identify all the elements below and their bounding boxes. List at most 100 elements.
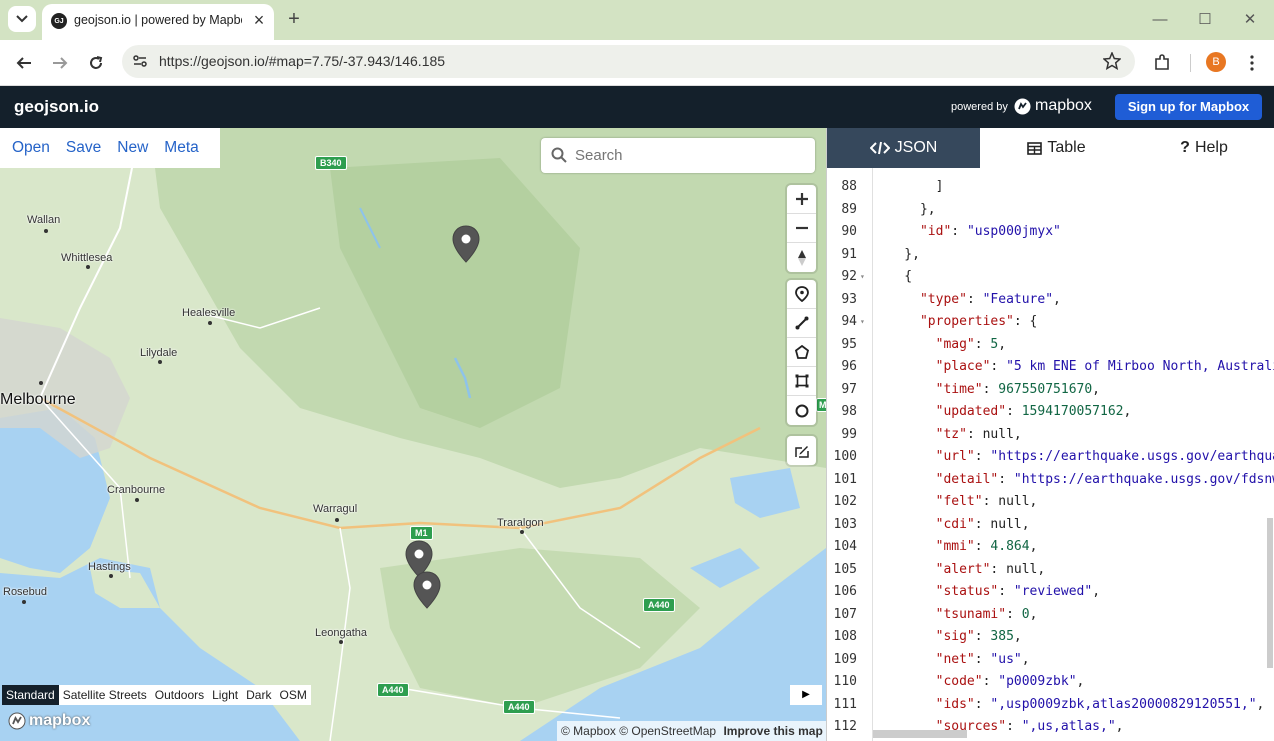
- fold-toggle-icon[interactable]: ▾: [857, 266, 873, 289]
- code-line[interactable]: 101 "detail": "https://earthquake.usgs.g…: [827, 469, 1274, 492]
- compass-button[interactable]: [787, 243, 816, 272]
- fold-toggle-icon: [857, 694, 873, 717]
- mapbox-brand[interactable]: mapbox: [1014, 97, 1092, 115]
- signup-button[interactable]: Sign up for Mapbox: [1115, 94, 1262, 120]
- code-line[interactable]: 99 "tz": null,: [827, 424, 1274, 447]
- attribution-text[interactable]: © Mapbox © OpenStreetMap: [561, 724, 716, 738]
- style-satellite-streets[interactable]: Satellite Streets: [59, 685, 151, 705]
- code-line[interactable]: 98 "updated": 1594170057162,: [827, 401, 1274, 424]
- code-text: "mmi": 4.864,: [935, 539, 1038, 554]
- draw-rectangle-button[interactable]: [787, 367, 816, 396]
- code-text: ]: [873, 179, 944, 194]
- code-line[interactable]: 89 },: [827, 199, 1274, 222]
- menu-open[interactable]: Open: [12, 139, 50, 157]
- compass-icon: [797, 249, 806, 266]
- code-line[interactable]: 92 ▾ {: [827, 266, 1274, 289]
- code-text: {: [873, 269, 913, 284]
- code-line[interactable]: 110 "code": "p0009zbk",: [827, 671, 1274, 694]
- collapse-panel-button[interactable]: ▶: [790, 685, 822, 705]
- profile-avatar[interactable]: B: [1206, 52, 1226, 72]
- line-number: 95: [841, 336, 857, 352]
- code-line[interactable]: 94 ▾ "properties": {: [827, 311, 1274, 334]
- code-line[interactable]: 93 "type": "Feature",: [827, 289, 1274, 312]
- mapbox-logo-icon: [1014, 98, 1031, 114]
- horizontal-scrollbar[interactable]: [873, 730, 967, 738]
- menu-meta[interactable]: Meta: [164, 139, 198, 157]
- tab-json[interactable]: JSON: [827, 128, 980, 168]
- code-line[interactable]: 108 "sig": 385,: [827, 626, 1274, 649]
- search-input[interactable]: [575, 138, 805, 173]
- reload-icon[interactable]: [85, 52, 107, 74]
- minimize-icon[interactable]: —: [1150, 10, 1170, 30]
- browser-menu-icon[interactable]: [1241, 52, 1263, 74]
- code-line[interactable]: 105 "alert": null,: [827, 559, 1274, 582]
- map-canvas[interactable]: Wallan Whittlesea Healesville Lilydale M…: [0, 128, 826, 741]
- code-line[interactable]: 100 "url": "https://earthquake.usgs.gov/…: [827, 446, 1274, 469]
- address-bar[interactable]: https://geojson.io/#map=7.75/-37.943/146…: [122, 45, 1135, 78]
- code-line[interactable]: 95 "mag": 5,: [827, 334, 1274, 357]
- code-line[interactable]: 106 "status": "reviewed",: [827, 581, 1274, 604]
- style-dark[interactable]: Dark: [242, 685, 275, 705]
- close-icon[interactable]: ×: [249, 10, 269, 30]
- tab-table[interactable]: Table: [980, 128, 1133, 168]
- window-close-icon[interactable]: ✕: [1240, 10, 1260, 30]
- menu-save[interactable]: Save: [66, 139, 101, 157]
- vertical-scrollbar[interactable]: [1267, 518, 1273, 668]
- fold-toggle-icon[interactable]: ▾: [857, 311, 873, 334]
- app-logo[interactable]: geojson.io: [14, 97, 99, 117]
- code-line[interactable]: 104 "mmi": 4.864,: [827, 536, 1274, 559]
- map-search-box[interactable]: [541, 138, 815, 173]
- place-dot: [44, 229, 48, 233]
- improve-map-link[interactable]: Improve this map: [723, 724, 822, 738]
- code-line[interactable]: 91 },: [827, 244, 1274, 267]
- tab-search-button[interactable]: [8, 6, 36, 32]
- browser-tab[interactable]: GJ geojson.io | powered by Mapbox ×: [42, 4, 274, 40]
- code-line[interactable]: 109 "net": "us",: [827, 649, 1274, 672]
- marker-icon: [794, 286, 809, 302]
- code-line[interactable]: 111 "ids": ",usp0009zbk,atlas20000829120…: [827, 694, 1274, 717]
- forward-icon[interactable]: [49, 52, 71, 74]
- site-info-icon[interactable]: [132, 53, 148, 74]
- draw-point-button[interactable]: [787, 280, 816, 309]
- browser-toolbar: https://geojson.io/#map=7.75/-37.943/146…: [0, 40, 1274, 86]
- json-editor[interactable]: 88 ] 89 }, 90 "id": "usp000jmyx" 91 }, 92 ▾ {…: [827, 176, 1274, 739]
- style-standard[interactable]: Standard: [2, 685, 59, 705]
- url-text[interactable]: https://geojson.io/#map=7.75/-37.943/146…: [159, 53, 445, 69]
- place-dot: [109, 574, 113, 578]
- draw-controls: [787, 280, 816, 425]
- code-line[interactable]: 107 "tsunami": 0,: [827, 604, 1274, 627]
- draw-line-button[interactable]: [787, 309, 816, 338]
- back-icon[interactable]: [13, 52, 35, 74]
- style-light[interactable]: Light: [208, 685, 242, 705]
- style-outdoors[interactable]: Outdoors: [151, 685, 208, 705]
- fold-toggle-icon: [857, 649, 873, 672]
- code-line[interactable]: 102 "felt": null,: [827, 491, 1274, 514]
- new-tab-button[interactable]: +: [284, 8, 304, 30]
- draw-circle-button[interactable]: [787, 396, 816, 425]
- app-header: geojson.io powered by mapbox Sign up for…: [0, 86, 1274, 128]
- menu-new[interactable]: New: [117, 139, 148, 157]
- code-line[interactable]: 88 ]: [827, 176, 1274, 199]
- edit-button[interactable]: [787, 436, 816, 465]
- favicon-icon: GJ: [51, 13, 67, 29]
- map-marker-icon[interactable]: [452, 225, 480, 263]
- maximize-icon[interactable]: ☐: [1195, 10, 1215, 30]
- map-marker-icon[interactable]: [413, 571, 441, 609]
- draw-polygon-button[interactable]: [787, 338, 816, 367]
- style-osm[interactable]: OSM: [275, 685, 310, 705]
- line-number: 99: [841, 426, 857, 442]
- tab-help[interactable]: ? Help: [1133, 128, 1274, 168]
- code-line[interactable]: 96 "place": "5 km ENE of Mirboo North, A…: [827, 356, 1274, 379]
- tab-help-label: Help: [1194, 139, 1228, 156]
- code-line[interactable]: 90 "id": "usp000jmyx": [827, 221, 1274, 244]
- extensions-icon[interactable]: [1151, 52, 1173, 74]
- zoom-in-button[interactable]: [787, 185, 816, 214]
- code-text: "updated": 1594170057162,: [935, 404, 1132, 419]
- code-line[interactable]: 103 "cdi": null,: [827, 514, 1274, 537]
- bookmark-star-icon[interactable]: [1102, 51, 1122, 75]
- zoom-controls: [787, 185, 816, 272]
- mapbox-map-logo[interactable]: mapbox: [8, 712, 90, 730]
- code-line[interactable]: 97 "time": 967550751670,: [827, 379, 1274, 402]
- place-label: Leongatha: [315, 627, 367, 639]
- zoom-out-button[interactable]: [787, 214, 816, 243]
